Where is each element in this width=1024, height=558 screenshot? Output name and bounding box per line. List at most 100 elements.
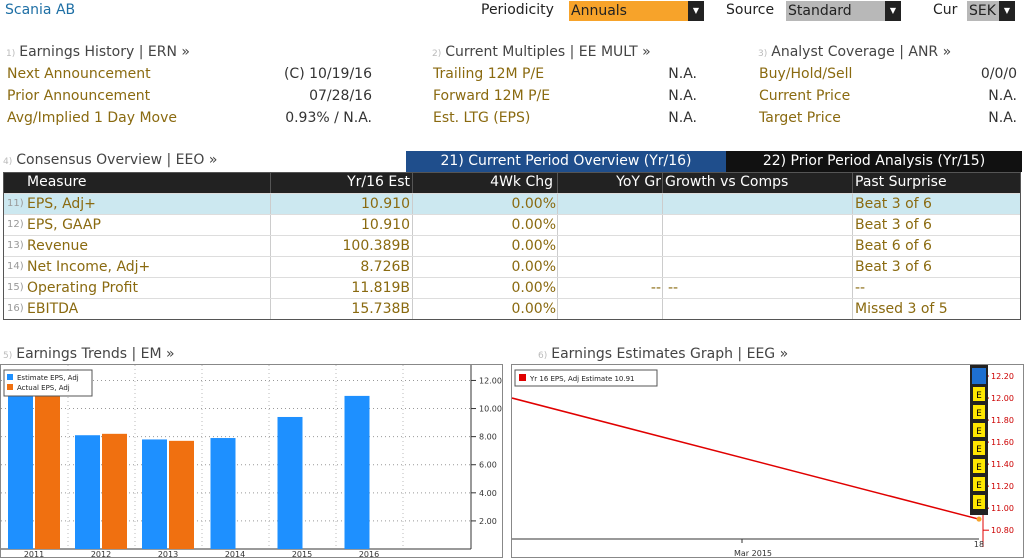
company-name: Scania AB (5, 2, 76, 18)
x-tick-label: 2011 (24, 550, 44, 558)
row-number: 16) (7, 303, 24, 314)
top-bar: Scania AB Periodicity Annuals ▼ Source S… (0, 0, 1024, 22)
row-est: 11.819B (351, 280, 410, 296)
ltg-value: N.A. (668, 110, 697, 126)
row-number: 15) (7, 282, 24, 293)
y-tick-label: 11.20 (991, 482, 1014, 491)
current-multiples-link[interactable]: 2) Current Multiples | EE MULT » (432, 44, 651, 60)
y-tick-label: 10.80 (991, 526, 1014, 535)
periodicity-select[interactable]: Annuals ▼ (569, 1, 704, 21)
y-tick-label: 11.40 (991, 460, 1014, 469)
estimate-marker-label: E (976, 481, 982, 491)
legend-swatch (519, 374, 526, 381)
table-row[interactable]: 12) EPS, GAAP 10.910 0.00% Beat 3 of 6 (4, 214, 1020, 235)
table-row[interactable]: 15) Operating Profit 11.819B 0.00% -- -- -- (4, 277, 1020, 298)
row-chg: 0.00% (511, 301, 556, 317)
currency-label: Cur (933, 2, 958, 18)
current-price-value: N.A. (988, 88, 1017, 104)
estimate-bar (210, 438, 236, 549)
table-row[interactable]: 14) Net Income, Adj+ 8.726B 0.00% Beat 3 of … (4, 256, 1020, 277)
estimate-marker-label: E (976, 409, 982, 419)
x-tick-label: Mar 2015 (734, 549, 772, 558)
y-tick-label: 10.00 (479, 405, 502, 414)
estimate-marker-label: E (976, 445, 982, 455)
row-surprise: Beat 6 of 6 (855, 238, 932, 254)
row-measure: Revenue (27, 238, 88, 254)
avg-move-label: Avg/Implied 1 Day Move (7, 110, 178, 126)
col-comps[interactable]: Growth vs Comps (665, 174, 788, 190)
table-row[interactable]: 16) EBITDA 15.738B 0.00% Missed 3 of 5 (4, 298, 1020, 319)
estimate-bar (8, 383, 33, 549)
estimate-marker-label: E (976, 499, 982, 509)
y-tick-label: 2.00 (479, 517, 497, 526)
periodicity-label: Periodicity (481, 2, 554, 18)
currency-select[interactable]: SEK ▼ (967, 1, 1015, 21)
table-header: Measure Yr/16 Est 4Wk Chg YoY Gr Growth … (4, 173, 1020, 193)
estimate-marker-label: E (976, 427, 982, 437)
periodicity-value: Annuals (571, 3, 627, 19)
next-announcement-label: Next Announcement (7, 66, 151, 82)
x-tick-label: 2013 (158, 550, 178, 558)
row-chg: 0.00% (511, 217, 556, 233)
row-measure: Net Income, Adj+ (27, 259, 151, 275)
row-chg: 0.00% (511, 259, 556, 275)
actual-bar (102, 433, 127, 549)
row-measure: EBITDA (27, 301, 79, 317)
row-measure: EPS, GAAP (27, 217, 101, 233)
row-est: 8.726B (360, 259, 410, 275)
trailing-pe-label: Trailing 12M P/E (433, 66, 545, 82)
earnings-trends-svg: 2.00 4.00 6.00 8.00 10.00 12.00 2011 2012 2013 20… (1, 365, 502, 558)
row-surprise: Beat 3 of 6 (855, 259, 932, 275)
row-number: 13) (7, 240, 24, 251)
col-yoy[interactable]: YoY Gr (556, 174, 661, 190)
next-announcement-value: (C) 10/19/16 (283, 66, 372, 82)
earnings-trends-link[interactable]: 5) Earnings Trends | EM » (3, 346, 175, 362)
chevron-down-icon[interactable]: ▼ (688, 1, 704, 21)
row-surprise: Beat 3 of 6 (855, 217, 932, 233)
consensus-table: Measure Yr/16 Est 4Wk Chg YoY Gr Growth … (3, 172, 1021, 320)
row-chg: 0.00% (511, 196, 556, 212)
chevron-down-icon[interactable]: ▼ (999, 1, 1015, 21)
earnings-estimates-link[interactable]: 6) Earnings Estimates Graph | EEG » (538, 346, 788, 362)
ltg-label: Est. LTG (EPS) (433, 110, 531, 126)
y-tick-label: 4.00 (479, 489, 497, 498)
row-yoy: -- (650, 280, 661, 296)
y-tick-label: 12.00 (991, 394, 1014, 403)
marker-top (972, 368, 986, 384)
x-tick-label-right: 18 (974, 540, 984, 549)
source-select[interactable]: Standard ▼ (786, 1, 901, 21)
x-tick-label: 2012 (91, 550, 111, 558)
estimate-line (511, 397, 980, 520)
estimate-marker-label: E (976, 391, 982, 401)
earnings-estimates-svg: 10.80 11.00 11.20 11.40 11.60 11.80 12.00 12.20… (511, 365, 1014, 558)
source-label: Source (726, 2, 775, 18)
consensus-overview-link[interactable]: 4) Consensus Overview | EEO » (3, 152, 217, 168)
x-tick-label: 2014 (225, 550, 245, 558)
y-tick-label: 12.00 (479, 376, 502, 385)
earnings-history-link[interactable]: 1) Earnings History | ERN » (6, 44, 190, 60)
tab-current-period[interactable]: 21) Current Period Overview (Yr/16) (406, 151, 726, 172)
col-est[interactable]: Yr/16 Est (270, 174, 410, 190)
currency-value: SEK (969, 3, 996, 19)
estimate-bar (277, 416, 303, 549)
col-chg[interactable]: 4Wk Chg (410, 174, 553, 190)
x-tick-label: 2016 (359, 550, 379, 558)
row-est: 15.738B (351, 301, 410, 317)
trailing-pe-value: N.A. (668, 66, 697, 82)
analyst-coverage-link[interactable]: 3) Analyst Coverage | ANR » (758, 44, 951, 60)
earnings-estimates-chart: 10.80 11.00 11.20 11.40 11.60 11.80 12.00 12.20… (511, 364, 1024, 558)
estimate-bar (344, 395, 370, 549)
estimate-bar (75, 435, 100, 549)
tab-prior-period[interactable]: 22) Prior Period Analysis (Yr/15) (726, 151, 1022, 172)
table-row[interactable]: 11) EPS, Adj+ 10.910 0.00% Beat 3 of 6 (4, 193, 1020, 214)
chevron-down-icon[interactable]: ▼ (885, 1, 901, 21)
x-tick-label: 2015 (292, 550, 312, 558)
chart-legend: Yr 16 EPS, Adj Estimate 10.91 (514, 369, 658, 387)
legend-swatch-estimate (7, 374, 13, 380)
col-surprise[interactable]: Past Surprise (855, 174, 947, 190)
table-row[interactable]: 13) Revenue 100.389B 0.00% Beat 6 of 6 (4, 235, 1020, 256)
col-measure[interactable]: Measure (27, 174, 87, 190)
row-est: 100.389B (342, 238, 411, 254)
y-tick-label: 8.00 (479, 433, 497, 442)
target-price-label: Target Price (759, 110, 841, 126)
